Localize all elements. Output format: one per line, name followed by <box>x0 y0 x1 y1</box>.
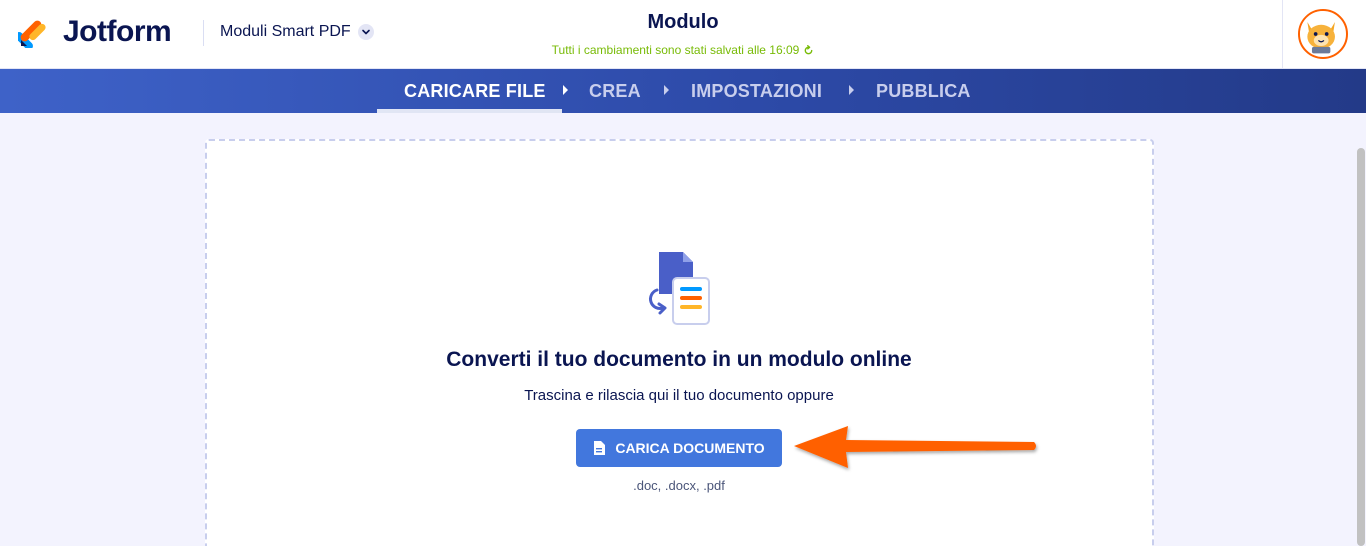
scrollbar-thumb[interactable] <box>1357 148 1365 546</box>
tab-caricare-file[interactable]: CARICARE FILE <box>404 69 546 113</box>
upload-document-label: CARICA DOCUMENTO <box>615 440 765 456</box>
tab-pubblica[interactable]: PUBBLICA <box>876 69 971 113</box>
step-navigation: CARICARE FILE CREA IMPOSTAZIONI PUBBLICA <box>0 69 1366 113</box>
active-tab-indicator <box>377 109 562 113</box>
save-status: Tutti i cambiamenti sono stati salvati a… <box>0 43 1366 57</box>
tab-impostazioni[interactable]: IMPOSTAZIONI <box>691 69 822 113</box>
save-status-text: Tutti i cambiamenti sono stati salvati a… <box>551 43 800 57</box>
upload-headline: Converti il tuo documento in un modulo o… <box>446 348 912 371</box>
document-icon <box>594 441 606 455</box>
accepted-formats: .doc, .docx, .pdf <box>633 478 725 493</box>
upload-document-button[interactable]: CARICA DOCUMENTO <box>576 429 782 467</box>
step-caret-icon <box>849 85 854 95</box>
document-convert-icon <box>649 252 710 325</box>
account-area <box>1282 0 1366 69</box>
form-title[interactable]: Modulo <box>0 11 1366 34</box>
step-caret-icon <box>563 85 568 95</box>
upload-subline: Trascina e rilascia qui il tuo documento… <box>524 387 834 404</box>
user-avatar[interactable] <box>1298 9 1348 59</box>
step-caret-icon <box>664 85 669 95</box>
arrow-annotation <box>794 426 1036 468</box>
refresh-icon <box>804 44 813 54</box>
top-header: Jotform Moduli Smart PDF Modulo Tutti i … <box>0 0 1366 69</box>
tab-crea[interactable]: CREA <box>589 69 641 113</box>
